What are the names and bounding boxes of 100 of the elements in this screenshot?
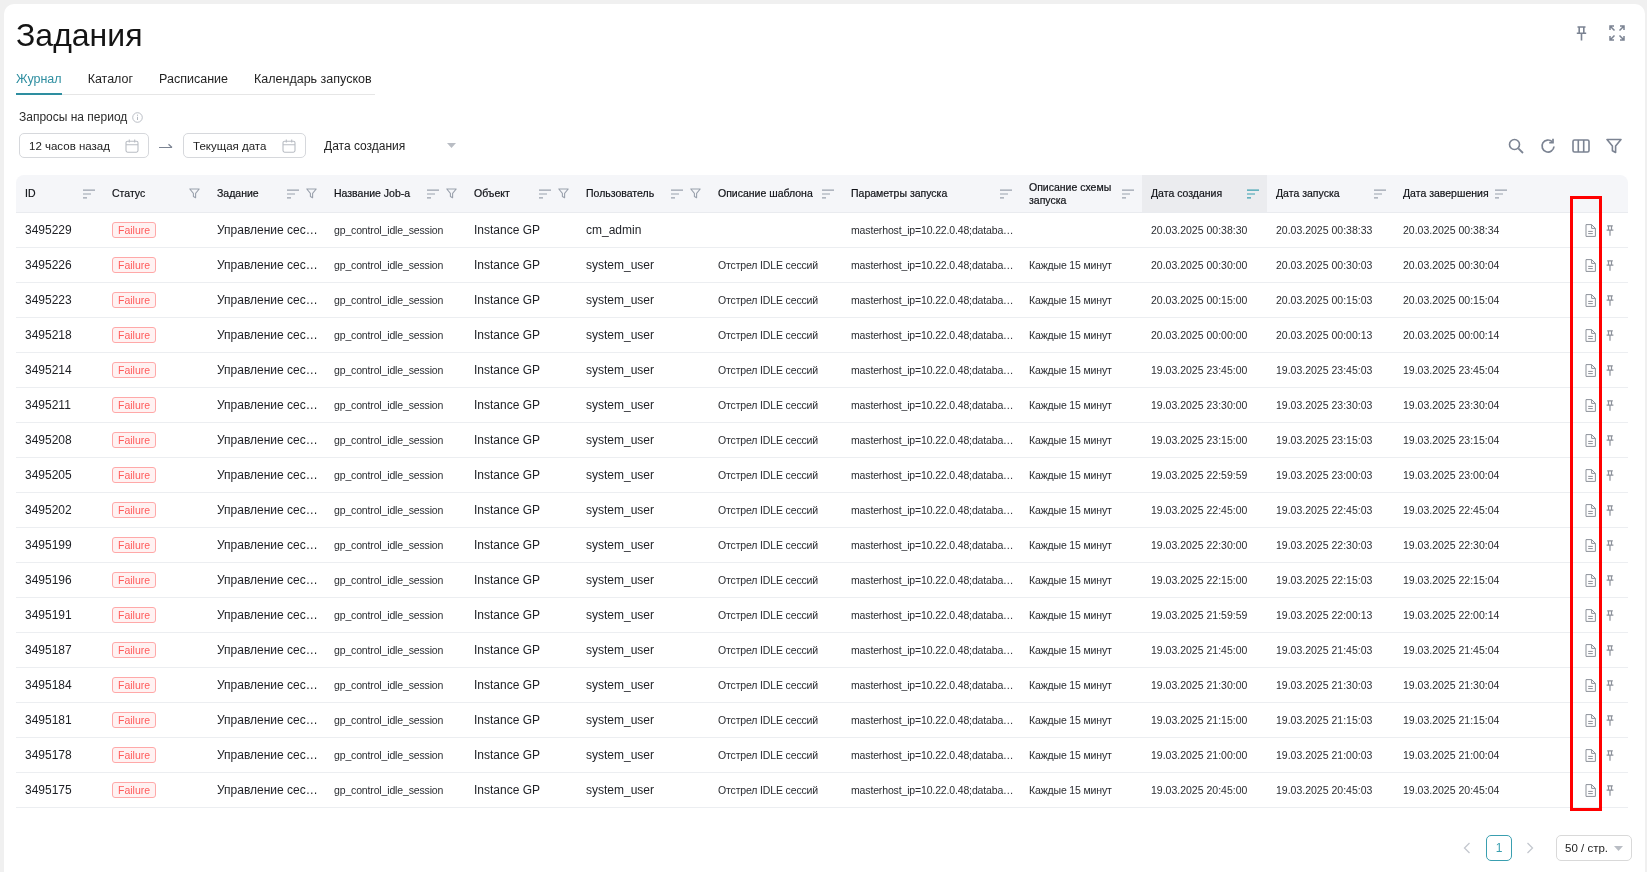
filter-icon[interactable] (690, 188, 701, 199)
tab[interactable]: Расписание (159, 71, 228, 95)
table-cell: Отстрел IDLE сессий (709, 668, 842, 703)
table-cell: 19.03.2025 22:45:04 (1394, 493, 1515, 528)
filter-icon[interactable] (558, 188, 569, 199)
table-cell: Instance GP (465, 528, 577, 563)
pin-icon[interactable] (1606, 574, 1614, 586)
pin-icon[interactable] (1606, 259, 1614, 271)
pin-icon[interactable] (1606, 469, 1614, 481)
pin-icon[interactable] (1606, 434, 1614, 446)
sort-icon[interactable] (1495, 188, 1507, 199)
sort-icon[interactable] (1374, 188, 1386, 199)
table-cell: 20.03.2025 00:00:14 (1394, 318, 1515, 353)
calendar-icon[interactable] (125, 138, 139, 153)
table-cell: 20.03.2025 00:15:03 (1267, 283, 1394, 318)
pin-icon[interactable] (1606, 329, 1614, 341)
column-header[interactable]: ID (16, 175, 103, 213)
caret-icon[interactable] (1614, 845, 1623, 851)
expand-icon[interactable] (1609, 25, 1625, 41)
pin-icon[interactable] (1606, 294, 1614, 306)
calendar-icon[interactable] (282, 138, 296, 153)
pin-icon[interactable] (1606, 609, 1614, 621)
pin-icon[interactable] (1576, 25, 1587, 41)
pin-icon[interactable] (1606, 749, 1614, 761)
tab[interactable]: Календарь запусков (254, 71, 372, 95)
pin-icon[interactable] (1606, 504, 1614, 516)
sort-icon[interactable] (671, 188, 683, 199)
date-type-select[interactable]: Дата создания (324, 138, 456, 153)
pin-icon[interactable] (1606, 399, 1614, 411)
table-cell: Управление сес… (208, 248, 325, 283)
table-cell: gp_control_idle_session (325, 213, 465, 248)
column-header[interactable]: Задание (208, 175, 325, 213)
pin-icon[interactable] (1606, 784, 1614, 796)
pin-icon[interactable] (1606, 539, 1614, 551)
table-cell: system_user (577, 563, 709, 598)
document-icon[interactable] (1585, 398, 1596, 412)
column-header[interactable]: Описание схемы запуска (1020, 175, 1142, 213)
document-icon[interactable] (1585, 328, 1596, 342)
table-cell: system_user (577, 773, 709, 808)
caret-icon[interactable] (447, 143, 456, 148)
arrow-right-icon (159, 141, 173, 150)
column-header[interactable]: Дата запуска (1267, 175, 1394, 213)
tab[interactable]: Каталог (87, 71, 134, 95)
sort-icon[interactable] (287, 188, 299, 199)
document-icon[interactable] (1585, 363, 1596, 377)
table-cell: 3495218 (16, 318, 103, 353)
sort-icon[interactable] (83, 188, 95, 199)
table-cell: Управление сес… (208, 773, 325, 808)
sort-icon[interactable] (822, 188, 834, 199)
sort-icon[interactable] (1247, 188, 1259, 199)
filter-icon[interactable] (306, 188, 317, 199)
table-cell: gp_control_idle_session (325, 283, 465, 318)
table-cell: Отстрел IDLE сессий (709, 598, 842, 633)
info-icon[interactable] (132, 111, 144, 123)
page-size-select[interactable]: 50 / стр. (1556, 835, 1632, 861)
document-icon[interactable] (1585, 643, 1596, 657)
column-header[interactable]: Описание шаблона (709, 175, 842, 213)
document-icon[interactable] (1585, 783, 1596, 797)
table-cell: Каждые 15 минут (1020, 318, 1142, 353)
document-icon[interactable] (1585, 713, 1596, 727)
document-icon[interactable] (1585, 293, 1596, 307)
document-icon[interactable] (1585, 468, 1596, 482)
status-badge: Failure (112, 712, 157, 728)
filter-icon[interactable] (189, 188, 200, 199)
document-icon[interactable] (1585, 608, 1596, 622)
pin-icon[interactable] (1606, 679, 1614, 691)
search-icon[interactable] (1508, 137, 1524, 154)
columns-icon[interactable] (1572, 138, 1590, 153)
table-cell: Instance GP (465, 423, 577, 458)
pin-icon[interactable] (1606, 644, 1614, 656)
column-header[interactable]: Название Job-а (325, 175, 465, 213)
pin-icon[interactable] (1606, 224, 1614, 236)
tab[interactable]: Журнал (16, 71, 62, 95)
date-from-field[interactable]: 12 часов назад (19, 133, 149, 158)
document-icon[interactable] (1585, 573, 1596, 587)
document-icon[interactable] (1585, 258, 1596, 272)
refresh-icon[interactable] (1540, 137, 1556, 154)
pin-icon[interactable] (1606, 714, 1614, 726)
column-header[interactable]: Дата создания (1142, 175, 1267, 213)
document-icon[interactable] (1585, 503, 1596, 517)
date-to-field[interactable]: Текущая дата (183, 133, 306, 158)
filter-icon[interactable] (446, 188, 457, 199)
document-icon[interactable] (1585, 748, 1596, 762)
document-icon[interactable] (1585, 433, 1596, 447)
column-header[interactable]: Пользователь (577, 175, 709, 213)
document-icon[interactable] (1585, 223, 1596, 237)
pin-icon[interactable] (1606, 364, 1614, 376)
sort-icon[interactable] (1122, 188, 1134, 199)
column-header[interactable]: Статус (103, 175, 208, 213)
column-header[interactable]: Объект (465, 175, 577, 213)
document-icon[interactable] (1585, 678, 1596, 692)
filter-icon[interactable] (1606, 137, 1622, 154)
column-header[interactable]: Параметры запуска (842, 175, 1020, 213)
document-icon[interactable] (1585, 538, 1596, 552)
sort-icon[interactable] (539, 188, 551, 199)
sort-icon[interactable] (427, 188, 439, 199)
sort-icon[interactable] (1000, 188, 1012, 199)
table-cell: 19.03.2025 22:30:04 (1394, 528, 1515, 563)
column-header[interactable]: Дата завершения (1394, 175, 1515, 213)
table-cell: 3495226 (16, 248, 103, 283)
